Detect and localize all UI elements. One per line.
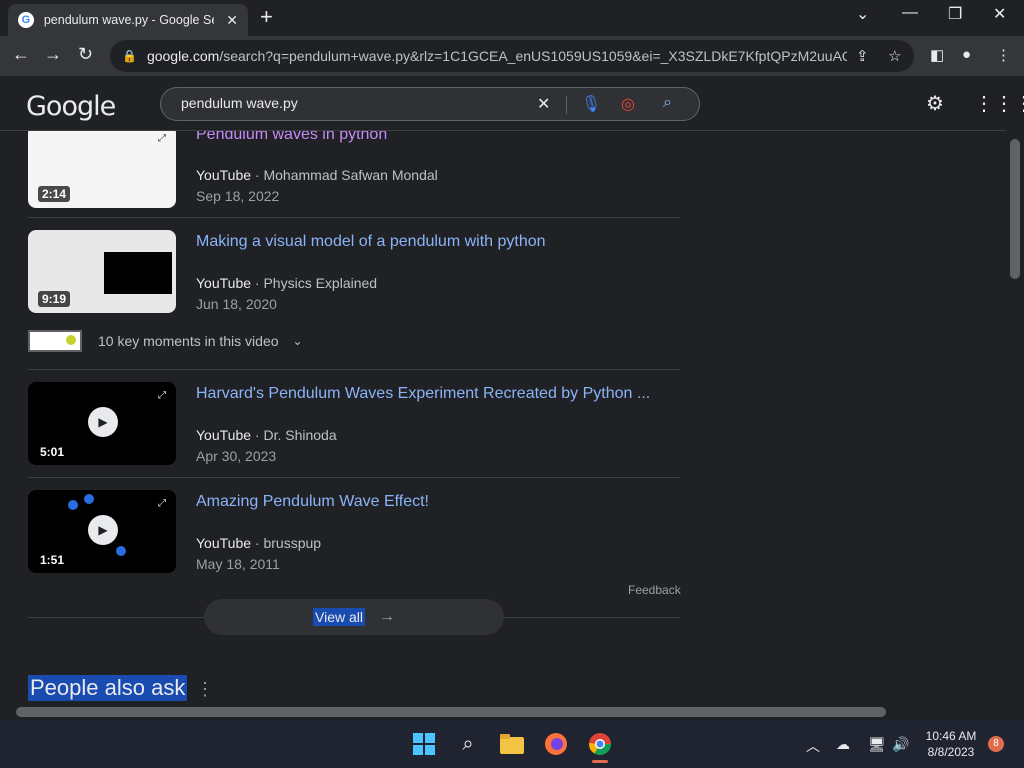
search-input[interactable]: [181, 95, 521, 111]
reload-icon[interactable]: ↻: [78, 44, 93, 65]
restore-icon[interactable]: ❐: [948, 4, 962, 24]
network-icon[interactable]: 🖥: [868, 736, 886, 753]
key-moment-thumbnail: [28, 330, 82, 352]
video-title[interactable]: Harvard's Pendulum Waves Experiment Recr…: [196, 385, 650, 403]
video-title[interactable]: Amazing Pendulum Wave Effect!: [196, 493, 429, 511]
video-title[interactable]: Pendulum waves in python: [196, 131, 387, 144]
video-duration: 5:01: [40, 445, 65, 459]
url-text: google.com/search?q=pendulum+wave.py&rlz…: [146, 48, 847, 64]
minimize-icon[interactable]: —: [902, 4, 918, 22]
video-thumbnail[interactable]: ▶ ⤢ 1:51: [28, 490, 176, 573]
video-date: Apr 30, 2023: [196, 448, 277, 464]
divider: [28, 217, 680, 218]
back-icon[interactable]: ←: [12, 44, 30, 65]
video-duration: 2:14: [38, 186, 71, 202]
expand-icon: ⤢: [158, 133, 166, 144]
browser-toolbar: ← → ↻ 🔒 google.com/search?q=pendulum+wav…: [0, 36, 1024, 76]
view-all-label: View all: [313, 608, 365, 626]
side-panel-icon[interactable]: ◧: [930, 46, 944, 64]
notification-badge[interactable]: 8: [988, 736, 1004, 752]
menu-kebab-icon[interactable]: ⋮: [996, 46, 1011, 64]
close-window-icon[interactable]: ✕: [993, 4, 1006, 24]
address-bar[interactable]: 🔒 google.com/search?q=pendulum+wave.py&r…: [110, 40, 914, 72]
video-result[interactable]: 9:19 Making a visual model of a pendulum…: [28, 230, 680, 314]
forward-icon[interactable]: →: [44, 44, 62, 65]
chevron-down-icon: ⌄: [292, 334, 303, 348]
share-icon[interactable]: ⇪: [856, 47, 869, 65]
search-icon[interactable]: ⌕: [454, 730, 482, 758]
video-thumbnail[interactable]: 9:19: [28, 230, 176, 313]
video-result[interactable]: ▶ ⤢ 5:01 Harvard's Pendulum Waves Experi…: [28, 382, 680, 466]
expand-icon: ⤢: [158, 390, 166, 401]
video-result[interactable]: ⤢ 2:14 Pendulum waves in python YouTube …: [28, 131, 680, 208]
divider: [28, 477, 680, 478]
chevron-up-icon[interactable]: ︿: [806, 736, 820, 756]
video-date: Sep 18, 2022: [196, 188, 280, 204]
chrome-icon[interactable]: [586, 730, 614, 763]
video-source: YouTube · brusspup: [196, 535, 322, 551]
video-thumbnail[interactable]: ▶ ⤢ 5:01: [28, 382, 176, 465]
arrow-right-icon: →: [379, 608, 395, 625]
tab-search-chevron-icon[interactable]: ⌄: [856, 4, 869, 24]
scrollbar-thumb[interactable]: [16, 707, 886, 717]
video-source: YouTube · Physics Explained: [196, 275, 378, 291]
settings-gear-icon[interactable]: ⚙: [926, 91, 944, 116]
video-duration: 1:51: [40, 553, 65, 567]
bookmark-star-icon[interactable]: ☆: [888, 47, 901, 65]
key-moments-toggle[interactable]: 10 key moments in this video ⌄: [28, 330, 303, 352]
google-favicon-icon: G: [18, 12, 34, 28]
view-all-button[interactable]: View all →: [204, 599, 504, 635]
video-duration: 9:19: [38, 291, 71, 307]
more-options-icon[interactable]: ⋮: [196, 679, 214, 700]
thumbnail-content: [104, 252, 172, 294]
volume-icon[interactable]: 🔊: [892, 736, 909, 753]
vertical-scrollbar[interactable]: [1006, 131, 1024, 705]
search-icon[interactable]: ⌕: [663, 94, 672, 112]
feedback-link[interactable]: Feedback: [628, 583, 681, 597]
search-results: ⤢ 2:14 Pendulum waves in python YouTube …: [0, 131, 1006, 705]
tab-strip: G pendulum wave.py - Google Search ✕ + ⌄…: [0, 0, 1024, 36]
tab-title: pendulum wave.py - Google Search: [43, 13, 214, 27]
video-source: YouTube · Mohammad Safwan Mondal: [196, 167, 438, 183]
video-source: YouTube · Dr. Shinoda: [196, 427, 337, 443]
video-date: May 18, 2011: [196, 556, 280, 572]
clock-date: 8/8/2023: [927, 745, 975, 759]
firefox-icon[interactable]: [542, 730, 570, 758]
google-header: Google ✕ 🎙 ◎ ⌕ ⚙ ⋮⋮⋮: [0, 77, 1024, 131]
lens-camera-icon[interactable]: ◎: [621, 94, 635, 114]
key-moments-label: 10 key moments in this video: [98, 333, 279, 349]
windows-start-icon[interactable]: [410, 730, 438, 758]
google-logo[interactable]: Google: [26, 91, 116, 122]
new-tab-icon[interactable]: +: [260, 6, 273, 28]
browser-tab[interactable]: G pendulum wave.py - Google Search ✕: [8, 4, 248, 36]
video-title[interactable]: Making a visual model of a pendulum with…: [196, 233, 546, 251]
file-explorer-icon[interactable]: [498, 730, 526, 758]
apps-grid-icon[interactable]: ⋮⋮⋮: [974, 91, 1024, 116]
close-tab-icon[interactable]: ✕: [226, 12, 238, 29]
video-result[interactable]: ▶ ⤢ 1:51 Amazing Pendulum Wave Effect! Y…: [28, 490, 680, 574]
horizontal-scrollbar[interactable]: [0, 705, 1006, 719]
video-date: Jun 18, 2020: [196, 296, 277, 312]
onedrive-offline-icon[interactable]: ☁: [836, 736, 850, 753]
divider: [566, 96, 567, 114]
clear-search-icon[interactable]: ✕: [537, 94, 550, 114]
microphone-icon[interactable]: 🎙: [581, 94, 601, 114]
scrollbar-thumb[interactable]: [1010, 139, 1020, 279]
video-thumbnail[interactable]: ⤢ 2:14: [28, 131, 176, 208]
taskbar-clock[interactable]: 10:46 AM 8/8/2023: [918, 728, 984, 760]
play-icon: ▶: [88, 407, 118, 437]
people-also-ask-heading: People also ask: [28, 675, 188, 701]
expand-icon: ⤢: [158, 498, 166, 509]
lock-icon: 🔒: [122, 49, 137, 63]
clock-time: 10:46 AM: [925, 729, 977, 743]
taskbar: ⌕ ︿ ☁ 🖥 🔊 10:46 AM 8/8/2023 8: [0, 720, 1024, 768]
profile-icon[interactable]: ●: [962, 46, 971, 63]
divider: [28, 369, 680, 370]
play-icon: ▶: [88, 515, 118, 545]
search-box[interactable]: ✕ 🎙 ◎ ⌕: [160, 87, 700, 121]
